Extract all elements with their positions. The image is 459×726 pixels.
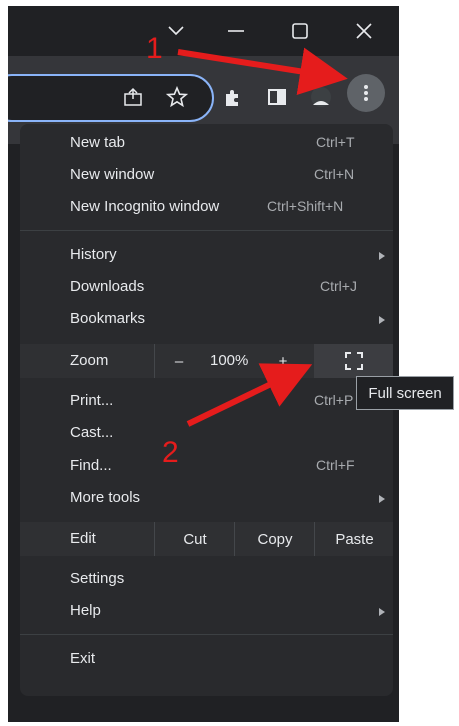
fullscreen-icon <box>344 352 363 370</box>
shortcut-label: Ctrl+F <box>316 457 355 473</box>
shortcut-label: Ctrl+T <box>316 134 355 150</box>
menu-item-exit[interactable]: Exit <box>20 644 393 676</box>
zoom-label: Zoom <box>70 352 109 369</box>
chrome-menu: New tab Ctrl+T New window Ctrl+N New Inc… <box>20 124 393 696</box>
edit-row: Edit Cut Copy Paste <box>20 522 393 556</box>
menu-item-label: Downloads <box>70 278 145 295</box>
shortcut-label: Ctrl+Shift+N <box>267 198 344 214</box>
menu-item-label: Bookmarks <box>70 310 146 327</box>
zoom-out-button[interactable]: – <box>154 344 203 378</box>
menu-item-bookmarks[interactable]: Bookmarks <box>20 304 393 336</box>
menu-item-label: New tab <box>70 134 126 151</box>
shortcut-label: Ctrl+J <box>320 278 357 294</box>
cut-label: Cut <box>183 530 207 548</box>
side-panel-icon[interactable] <box>264 84 290 110</box>
full-screen-tooltip: Full screen <box>356 376 454 410</box>
paste-label: Paste <box>335 530 374 548</box>
copy-label: Copy <box>257 530 293 548</box>
menu-separator <box>20 230 393 231</box>
menu-item-find[interactable]: Find... Ctrl+F <box>20 451 393 483</box>
zoom-out-label: – <box>174 352 184 370</box>
menu-item-settings[interactable]: Settings <box>20 564 393 596</box>
menu-item-label: History <box>70 246 117 263</box>
menu-item-new-tab[interactable]: New tab Ctrl+T <box>20 128 393 160</box>
full-screen-button[interactable] <box>314 344 393 378</box>
extensions-puzzle-icon[interactable] <box>220 84 246 110</box>
browser-window: New tab Ctrl+T New window Ctrl+N New Inc… <box>8 6 399 722</box>
maximize-icon[interactable] <box>274 6 326 56</box>
menu-item-label: Exit <box>70 650 96 667</box>
menu-item-print[interactable]: Print... Ctrl+P <box>20 386 393 418</box>
shortcut-label: Ctrl+P <box>314 392 354 408</box>
step-number-2: 2 <box>162 436 179 469</box>
cut-button[interactable]: Cut <box>154 522 235 556</box>
submenu-arrow-icon <box>379 608 385 616</box>
menu-item-new-incognito[interactable]: New Incognito window Ctrl+Shift+N <box>20 192 393 224</box>
share-icon[interactable] <box>120 84 146 110</box>
submenu-arrow-icon <box>379 252 385 260</box>
zoom-in-button[interactable]: + <box>268 344 298 378</box>
menu-item-help[interactable]: Help <box>20 596 393 628</box>
menu-item-more-tools[interactable]: More tools <box>20 483 393 515</box>
zoom-level: 100% <box>210 352 249 369</box>
menu-item-label: New Incognito window <box>70 198 220 215</box>
submenu-arrow-icon <box>379 495 385 503</box>
minimize-icon[interactable] <box>210 6 262 56</box>
menu-item-label: More tools <box>70 489 141 506</box>
profile-icon[interactable] <box>308 84 334 110</box>
submenu-arrow-icon <box>379 316 385 324</box>
menu-item-label: New window <box>70 166 155 183</box>
more-vertical-icon[interactable] <box>347 74 385 112</box>
zoom-in-label: + <box>278 352 288 370</box>
menu-item-new-window[interactable]: New window Ctrl+N <box>20 160 393 192</box>
menu-item-label: Settings <box>70 570 125 587</box>
paste-button[interactable]: Paste <box>314 522 394 556</box>
menu-item-cast[interactable]: Cast... <box>20 418 393 450</box>
menu-item-label: Print... <box>70 392 114 409</box>
menu-separator <box>20 634 393 635</box>
copy-button[interactable]: Copy <box>234 522 315 556</box>
shortcut-label: Ctrl+N <box>314 166 355 182</box>
star-icon[interactable] <box>164 84 190 110</box>
edit-label: Edit <box>70 530 96 547</box>
menu-item-label: Find... <box>70 457 112 474</box>
zoom-row: Zoom – 100% + <box>20 344 393 378</box>
menu-item-downloads[interactable]: Downloads Ctrl+J <box>20 272 393 304</box>
step-number-1: 1 <box>146 32 163 65</box>
menu-item-label: Help <box>70 602 101 619</box>
close-icon[interactable] <box>338 6 390 56</box>
menu-item-label: Cast... <box>70 424 114 441</box>
menu-item-history[interactable]: History <box>20 240 393 272</box>
